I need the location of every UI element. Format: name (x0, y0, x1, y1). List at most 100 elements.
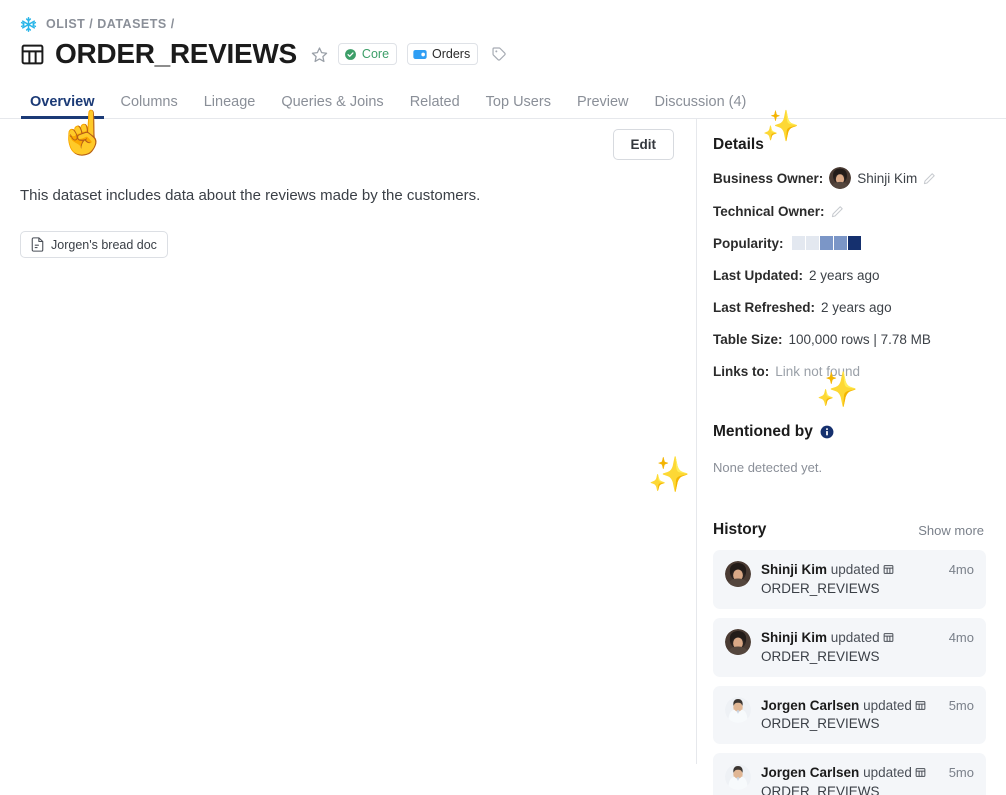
history-item-action: Jorgen Carlsen updated (761, 697, 939, 715)
popularity-segment-4 (834, 236, 847, 250)
history-item-time: 5mo (949, 764, 974, 780)
history-item-target[interactable]: ORDER_REVIEWS (761, 648, 939, 666)
detail-label: Technical Owner: (713, 204, 825, 219)
history-item[interactable]: Jorgen Carlsen updatedORDER_REVIEWS5mo (713, 753, 986, 795)
sparkle-decoration: ✨ (762, 112, 799, 142)
sparkle-decoration: ✨ (816, 373, 858, 407)
history-item-verb: updated (863, 765, 912, 780)
history-item-action: Jorgen Carlsen updated (761, 764, 939, 782)
info-icon[interactable] (820, 425, 834, 439)
table-icon (912, 698, 926, 713)
title-row: ORDER_REVIEWS Core Orders (20, 38, 1006, 70)
detail-row-last-updated: Last Updated: 2 years ago (713, 265, 986, 285)
history-header: History Show more (713, 519, 986, 541)
history-item-verb: updated (863, 698, 912, 713)
history-title: History (713, 521, 766, 539)
show-more-button[interactable]: Show more (918, 523, 984, 538)
tab-columns[interactable]: Columns (121, 95, 178, 119)
linked-doc-chip[interactable]: Jorgen's bread doc (20, 231, 168, 258)
tab-top-users[interactable]: Top Users (486, 95, 551, 119)
history-item-target[interactable]: ORDER_REVIEWS (761, 783, 939, 795)
detail-value: 2 years ago (821, 300, 892, 315)
detail-label: Table Size: (713, 332, 783, 347)
popularity-segment-1 (792, 236, 805, 250)
mentioned-by-empty: None detected yet. (713, 460, 986, 475)
tab-queries-joins[interactable]: Queries & Joins (281, 95, 383, 119)
edit-button[interactable]: Edit (613, 129, 675, 160)
history-item[interactable]: Jorgen Carlsen updatedORDER_REVIEWS5mo (713, 686, 986, 745)
popularity-segment-5 (848, 236, 861, 250)
detail-row-table-size: Table Size: 100,000 rows | 7.78 MB (713, 329, 986, 349)
folder-icon (413, 49, 427, 60)
popularity-segment-3 (820, 236, 833, 250)
breadcrumb[interactable]: OLIST / DATASETS / (46, 17, 175, 31)
tab-lineage[interactable]: Lineage (204, 95, 256, 119)
avatar (725, 629, 751, 655)
business-owner-name[interactable]: Shinji Kim (857, 171, 917, 186)
details-header: Details (713, 135, 986, 155)
history-item-target[interactable]: ORDER_REVIEWS (761, 715, 939, 733)
history-item-time: 4mo (949, 629, 974, 645)
detail-value: 100,000 rows | 7.78 MB (789, 332, 931, 347)
history-list: Shinji Kim updatedORDER_REVIEWS4moShinji… (713, 550, 986, 795)
page-title: ORDER_REVIEWS (55, 38, 297, 70)
history-item-verb: updated (831, 562, 880, 577)
document-icon (31, 237, 44, 252)
tag-icon[interactable] (488, 46, 507, 62)
dataset-description: This dataset includes data about the rev… (20, 185, 480, 206)
history-item-user[interactable]: Shinji Kim (761, 562, 827, 577)
detail-row-business-owner: Business Owner: Shinji Kim (713, 167, 986, 189)
badge-core-label: Core (362, 47, 389, 61)
linked-doc-label: Jorgen's bread doc (51, 238, 157, 252)
details-title: Details (713, 136, 764, 154)
history-item-verb: updated (831, 630, 880, 645)
tab-related[interactable]: Related (410, 95, 460, 119)
pencil-icon[interactable] (831, 205, 844, 218)
history-item-user[interactable]: Jorgen Carlsen (761, 765, 859, 780)
breadcrumb-row: OLIST / DATASETS / (20, 14, 1006, 34)
avatar (725, 561, 751, 587)
avatar (725, 764, 751, 790)
tab-discussion[interactable]: Discussion (4) (655, 95, 747, 119)
detail-label: Popularity: (713, 236, 784, 251)
main-content: Edit This dataset includes data about th… (0, 119, 697, 764)
detail-label: Business Owner: (713, 171, 823, 186)
popularity-segment-2 (806, 236, 819, 250)
mentioned-by-header: Mentioned by (713, 421, 986, 443)
history-item-action: Shinji Kim updated (761, 561, 939, 579)
badge-core[interactable]: Core (338, 43, 397, 65)
history-item[interactable]: Shinji Kim updatedORDER_REVIEWS4mo (713, 618, 986, 677)
star-icon[interactable] (307, 46, 328, 63)
pencil-icon[interactable] (923, 172, 936, 185)
avatar (829, 167, 851, 189)
detail-label: Links to: (713, 364, 769, 379)
mentioned-by-title: Mentioned by (713, 423, 813, 441)
sparkle-decoration: ✨ (648, 458, 690, 492)
body: Edit This dataset includes data about th… (0, 119, 1006, 764)
detail-row-technical-owner: Technical Owner: (713, 201, 986, 221)
history-item-body: Jorgen Carlsen updatedORDER_REVIEWS (761, 764, 939, 795)
history-item[interactable]: Shinji Kim updatedORDER_REVIEWS4mo (713, 550, 986, 609)
check-circle-icon (344, 48, 357, 61)
detail-value: 2 years ago (809, 268, 880, 283)
history-item-user[interactable]: Jorgen Carlsen (761, 698, 859, 713)
popularity-meter (792, 236, 861, 250)
table-icon (880, 630, 894, 645)
detail-label: Last Refreshed: (713, 300, 815, 315)
snowflake-icon (20, 16, 37, 33)
history-item-user[interactable]: Shinji Kim (761, 630, 827, 645)
dataset-overview-page: OLIST / DATASETS / ORDER_REVIEWS (0, 0, 1006, 795)
tab-preview[interactable]: Preview (577, 95, 629, 119)
history-item-body: Shinji Kim updatedORDER_REVIEWS (761, 561, 939, 598)
history-item-body: Shinji Kim updatedORDER_REVIEWS (761, 629, 939, 666)
avatar (725, 697, 751, 723)
badge-orders-label: Orders (432, 47, 470, 61)
table-icon (20, 42, 45, 67)
history-item-time: 5mo (949, 697, 974, 713)
badge-orders[interactable]: Orders (407, 43, 478, 65)
history-item-action: Shinji Kim updated (761, 629, 939, 647)
page-header: OLIST / DATASETS / ORDER_REVIEWS (0, 0, 1006, 70)
history-item-time: 4mo (949, 561, 974, 577)
details-sidebar: Details Business Owner: Shinji Kim Techn… (697, 119, 1006, 764)
history-item-target[interactable]: ORDER_REVIEWS (761, 580, 939, 598)
